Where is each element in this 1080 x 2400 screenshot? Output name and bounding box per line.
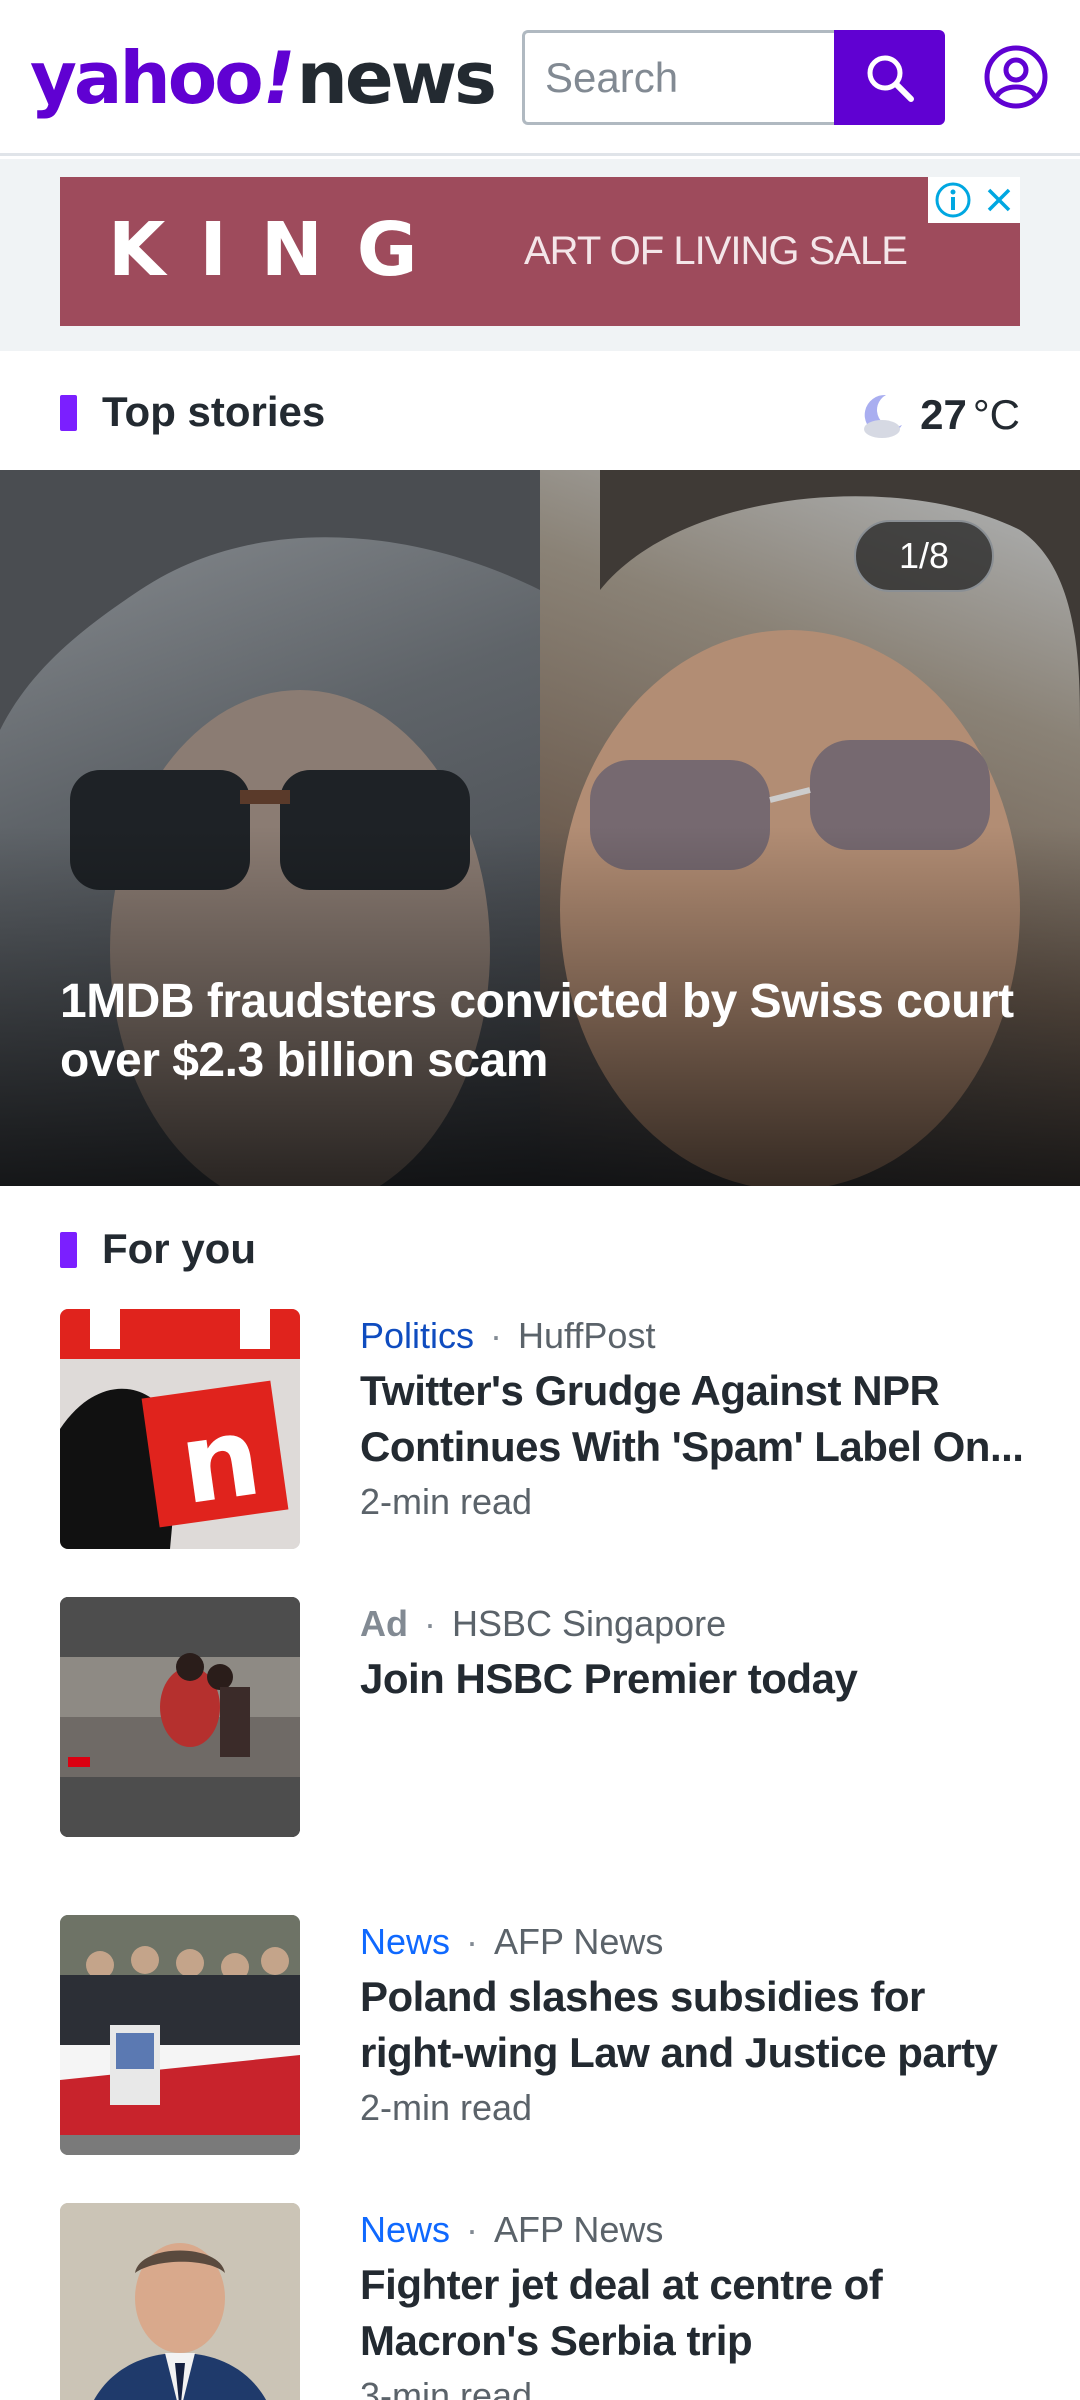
- ad-thumbnail: [60, 1597, 300, 1837]
- slide-counter: 1/8: [854, 520, 994, 592]
- search-bar: [522, 30, 945, 125]
- article-source: AFP News: [494, 2209, 664, 2250]
- article-meta: Politics · HuffPost: [360, 1315, 655, 1357]
- section-accent-bar: [60, 1232, 77, 1268]
- info-icon[interactable]: [934, 181, 972, 219]
- article-category[interactable]: Politics: [360, 1315, 474, 1357]
- meta-separator: ·: [466, 1921, 479, 1962]
- ad-brand-text: KING: [108, 207, 452, 293]
- ad-label: Ad: [360, 1603, 408, 1644]
- user-circle-icon[interactable]: [983, 44, 1049, 110]
- article-headline[interactable]: Fighter jet deal at centre of Macron's S…: [360, 2257, 1024, 2369]
- ad-headline[interactable]: Join HSBC Premier today: [360, 1651, 1024, 1707]
- section-title-for-you: For you: [102, 1225, 256, 1272]
- article-read-time: 3-min read: [360, 2375, 533, 2400]
- article-meta: Ad · HSBC Singapore: [360, 1603, 726, 1645]
- list-item[interactable]: News · AFP News Poland slashes subsidies…: [0, 1915, 1080, 2165]
- article-category[interactable]: News: [360, 2209, 450, 2251]
- ad-choices: [928, 177, 1020, 223]
- logo-bang-text: !: [262, 36, 296, 120]
- ad-tagline-text: ART OF LIVING SALE: [524, 229, 908, 273]
- top-stories-header: Top stories 27 °C: [0, 355, 1080, 465]
- section-title-top-stories: Top stories: [102, 388, 326, 435]
- meta-separator: ·: [424, 1603, 436, 1644]
- close-icon[interactable]: [984, 185, 1014, 215]
- logo-yahoo-text: yahoo: [30, 36, 264, 120]
- meta-separator: ·: [490, 1315, 503, 1356]
- article-thumbnail: n: [60, 1309, 300, 1549]
- app-header: yahoo ! news: [0, 0, 1080, 156]
- article-thumbnail: [60, 1915, 300, 2155]
- search-button[interactable]: [834, 30, 945, 125]
- hero-story[interactable]: 1/8 1MDB fraudsters convicted by Swiss c…: [0, 470, 1080, 1186]
- ad-sponsor: HSBC Singapore: [452, 1603, 727, 1644]
- article-meta: News · AFP News: [360, 1921, 663, 1963]
- logo-news-text: news: [296, 36, 497, 120]
- section-accent-bar: [60, 395, 77, 431]
- article-thumbnail: [60, 2203, 300, 2400]
- article-meta: News · AFP News: [360, 2209, 663, 2251]
- article-source: HuffPost: [518, 1315, 656, 1356]
- article-read-time: 2-min read: [360, 2087, 533, 2128]
- article-category[interactable]: News: [360, 1921, 450, 1963]
- moon-cloud-icon: [864, 394, 903, 438]
- search-icon: [867, 55, 914, 102]
- article-headline[interactable]: Twitter's Grudge Against NPR Continues W…: [360, 1363, 1024, 1475]
- article-headline[interactable]: Poland slashes subsidies for right-wing …: [360, 1969, 1024, 2081]
- yahoo-news-logo[interactable]: yahoo ! news: [30, 36, 497, 120]
- weather-temperature: 27: [920, 391, 967, 438]
- ad-banner[interactable]: KING ART OF LIVING SALE: [60, 177, 1020, 326]
- list-item-ad[interactable]: Ad · HSBC Singapore Join HSBC Premier to…: [0, 1597, 1080, 1847]
- weather-widget[interactable]: 27 °C: [856, 389, 1020, 441]
- meta-separator: ·: [466, 2209, 479, 2250]
- weather-unit: °C: [972, 391, 1020, 438]
- article-source: AFP News: [494, 1921, 664, 1962]
- list-item[interactable]: n Politics · HuffPost Twitter's Grudge A…: [0, 1309, 1080, 1559]
- search-input[interactable]: [522, 30, 834, 125]
- article-read-time: 2-min read: [360, 1481, 533, 1522]
- ad-area: KING ART OF LIVING SALE: [0, 159, 1080, 351]
- for-you-header: For you: [0, 1190, 1080, 1300]
- hero-headline[interactable]: 1MDB fraudsters convicted by Swiss court…: [60, 972, 1020, 1090]
- list-item[interactable]: News · AFP News Fighter jet deal at cent…: [0, 2203, 1080, 2400]
